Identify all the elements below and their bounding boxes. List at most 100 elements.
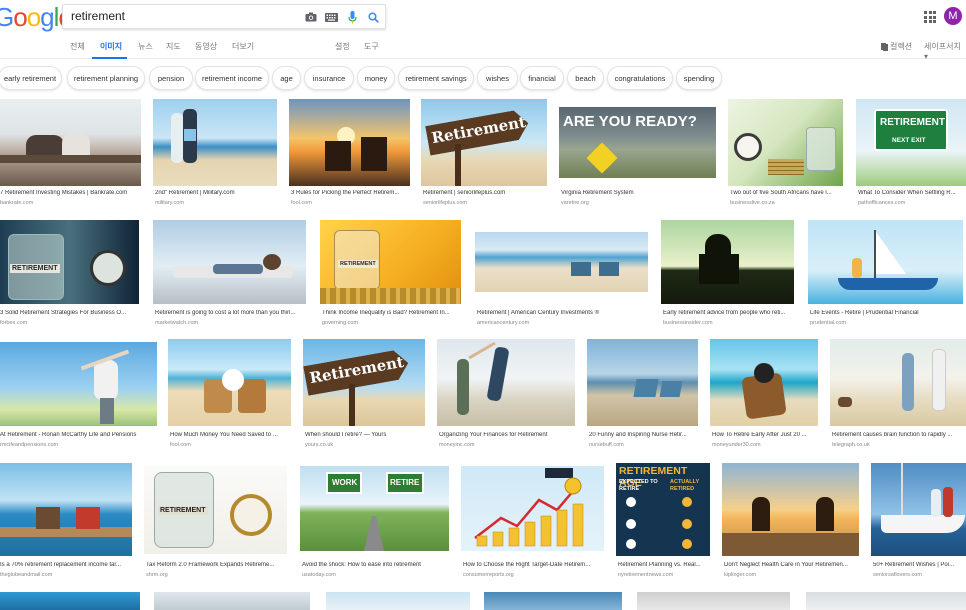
keyboard-icon[interactable] [323,9,339,25]
result-source: varetire.org [561,200,589,206]
result-image[interactable] [154,592,310,610]
chip[interactable]: pension [149,66,193,90]
result-caption[interactable]: How To Retire Early After Just 20 ... [712,432,818,438]
result-image[interactable] [830,339,966,426]
result-caption[interactable]: When should I retire? — Yours [305,432,425,438]
result-image[interactable]: RETIREMENT [320,220,461,304]
result-caption[interactable]: Don't Neglect Health Care in Your Retire… [724,562,859,568]
result-image[interactable] [461,466,604,551]
result-image[interactable] [484,592,622,610]
result-image[interactable] [871,463,966,556]
result-source: seniorsaflovers.com [873,572,922,578]
result-image[interactable] [808,220,963,304]
result-caption[interactable]: Retirement | American Century Investment… [477,310,648,316]
search-icon[interactable] [365,9,381,25]
result-image[interactable] [806,592,966,610]
result-caption[interactable]: Early retirement advice from people who … [663,310,794,316]
result-image[interactable] [710,339,818,426]
chip[interactable]: retirement savings [398,66,474,90]
search-box [62,4,386,29]
result-image[interactable]: Retirement [421,99,547,186]
result-caption[interactable]: 20 Funny and Inspiring Nurse Retir... [589,432,698,438]
result-caption[interactable]: Two out of five South Africans have l... [730,190,843,196]
result-caption[interactable]: At Retirement - Ronan McCarthy Life and … [0,432,157,438]
chip[interactable]: early retirement [0,66,62,90]
tab-maps[interactable]: 지도 [166,41,181,52]
result-source: yours.co.uk [305,442,334,448]
chip[interactable]: wishes [477,66,518,90]
chip[interactable]: spending [676,66,722,90]
chip[interactable]: financial [520,66,564,90]
result-source: marketwatch.com [155,320,199,326]
tab-images[interactable]: 이미지 [100,41,122,52]
result-caption[interactable]: 50+ Retirement Wishes | Poi... [873,562,966,568]
apps-grid-icon[interactable] [924,11,936,23]
result-image[interactable] [722,463,859,556]
result-image[interactable]: WORK RETIRE [300,466,449,551]
result-image[interactable]: RETIREMENT AGE EXPECTED TO RETIRE ACTUAL… [616,463,710,556]
microphone-icon[interactable] [344,9,360,25]
result-image[interactable]: RETIREMENT [144,466,287,554]
tab-news[interactable]: 뉴스 [138,41,153,52]
tab-more[interactable]: 더보기 [232,41,254,52]
result-image[interactable] [0,342,157,426]
result-image[interactable]: ARE YOU READY? [559,107,716,178]
result-source: pathofficances.com [858,200,906,206]
chip[interactable]: insurance [304,66,354,90]
result-image[interactable] [661,220,794,304]
result-caption[interactable]: Retirement is going to cost a lot more t… [155,310,306,316]
result-caption[interactable]: 3 Rules for Picking the Perfect Retirem.… [291,190,410,196]
result-image[interactable] [168,339,291,426]
result-image[interactable] [637,592,790,610]
growth-chart-illustration [474,468,584,547]
result-caption[interactable]: Organizing Your Finances for Retirement [439,432,575,438]
result-caption[interactable]: How to Choose the Right Target-Date Reti… [463,562,604,568]
tab-all[interactable]: 전체 [70,41,85,52]
result-image[interactable] [0,592,140,610]
result-caption[interactable]: 2nd" Retirement | Military.com [155,190,277,196]
settings-link[interactable]: 설정 [335,41,350,52]
result-image[interactable]: RETIREMENT [0,220,139,304]
result-image[interactable] [475,232,648,292]
result-image[interactable] [0,463,132,556]
result-caption[interactable]: Retirement | seniorlifeplus.com [423,190,547,196]
chip[interactable]: age [272,66,301,90]
result-image[interactable] [437,339,575,426]
chip[interactable]: money [357,66,395,90]
search-input[interactable] [71,9,291,23]
tools-link[interactable]: 도구 [364,41,379,52]
camera-icon[interactable] [303,9,319,25]
result-caption[interactable]: What To Consider When Settling R... [858,190,966,196]
result-caption[interactable]: Retirement Planning vs. Real... [618,562,710,568]
result-image[interactable]: RETIREMENT NEXT EXIT [856,99,966,186]
result-caption[interactable]: Retirement causes brain function to rapi… [832,432,966,438]
infographic-label: EXPECTED TO RETIRE [619,479,658,492]
result-image[interactable] [153,99,277,186]
chip[interactable]: retirement planning [67,66,145,90]
result-caption[interactable]: 3 Solid Retirement Strategies For Busine… [0,310,139,316]
result-caption[interactable]: Life Events - Retire | Prudential Financ… [810,310,963,316]
result-caption[interactable]: Tax Reform 2.0 Framework Expands Retirem… [146,562,287,568]
result-image[interactable] [0,99,141,186]
chip[interactable]: beach [567,66,604,90]
result-image[interactable] [289,99,410,186]
result-source: fool.com [291,200,312,206]
result-source: bankrate.com [0,200,34,206]
result-caption[interactable]: Think Income Inequality is Bad? Retireme… [322,310,461,316]
result-caption[interactable]: Avoid the shock: How to ease into retire… [302,562,449,568]
result-image[interactable] [587,339,698,426]
result-image[interactable]: Retirement [303,339,425,426]
result-caption[interactable]: 7 Retirement Investing Mistakes | Bankra… [0,190,141,196]
result-caption[interactable]: Is a 70% retirement replacement income t… [0,562,132,568]
collections-link[interactable]: 컬렉션 [881,41,912,52]
chip[interactable]: retirement income [195,66,269,90]
result-image[interactable] [153,220,306,304]
result-image[interactable] [728,99,843,186]
safesearch-link[interactable]: 세이프서치 ▾ [924,41,966,61]
avatar[interactable]: M [944,7,962,25]
result-caption[interactable]: Virginia Retirement System [561,190,716,196]
tab-videos[interactable]: 동영상 [195,41,217,52]
result-caption[interactable]: How Much Money You Need Saved to ... [170,432,291,438]
chip[interactable]: congratulations [607,66,673,90]
result-image[interactable] [326,592,470,610]
